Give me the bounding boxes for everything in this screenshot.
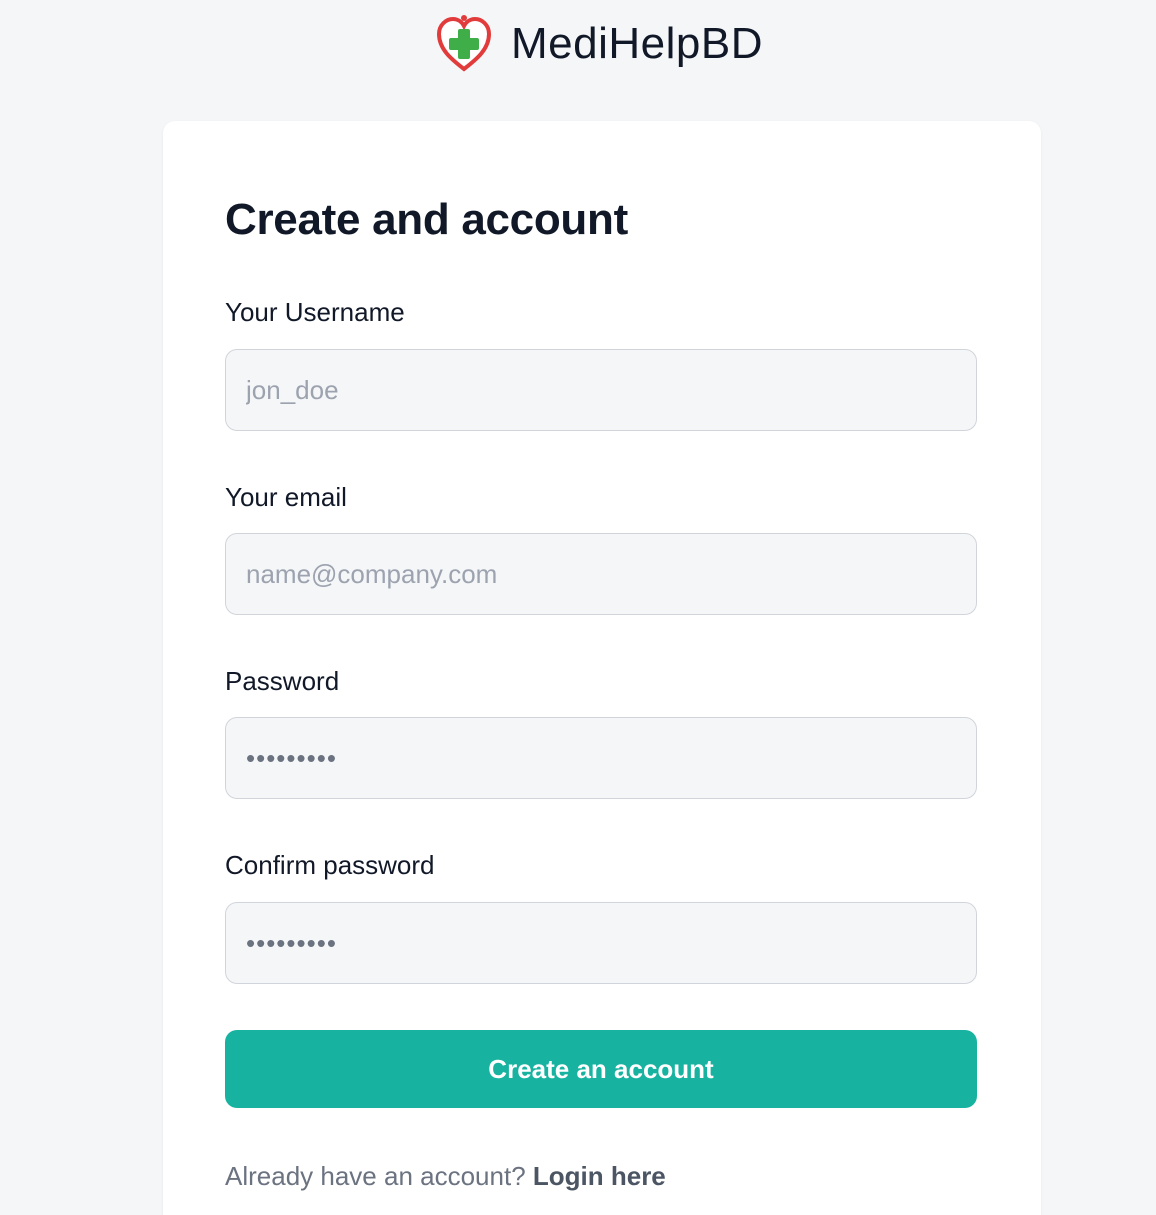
confirm-password-input[interactable] <box>225 902 977 984</box>
login-prompt: Already have an account? Login here <box>225 1161 666 1192</box>
username-label: Your Username <box>225 297 405 327</box>
signup-card: Create and account Your Username Your em… <box>163 121 1041 1215</box>
create-account-button[interactable]: Create an account <box>225 1030 977 1108</box>
username-input[interactable] <box>225 349 977 431</box>
login-link[interactable]: Login here <box>533 1161 666 1191</box>
page-title: Create and account <box>225 195 628 244</box>
brand-name: MediHelpBD <box>511 19 763 68</box>
email-input[interactable] <box>225 533 977 615</box>
password-input[interactable] <box>225 717 977 799</box>
email-label: Your email <box>225 482 347 512</box>
login-prompt-text: Already have an account? <box>225 1161 533 1191</box>
confirm-password-label: Confirm password <box>225 850 435 880</box>
password-label: Password <box>225 666 340 696</box>
heart-cross-icon <box>436 15 492 72</box>
brand-header: MediHelpBD <box>0 12 1156 76</box>
